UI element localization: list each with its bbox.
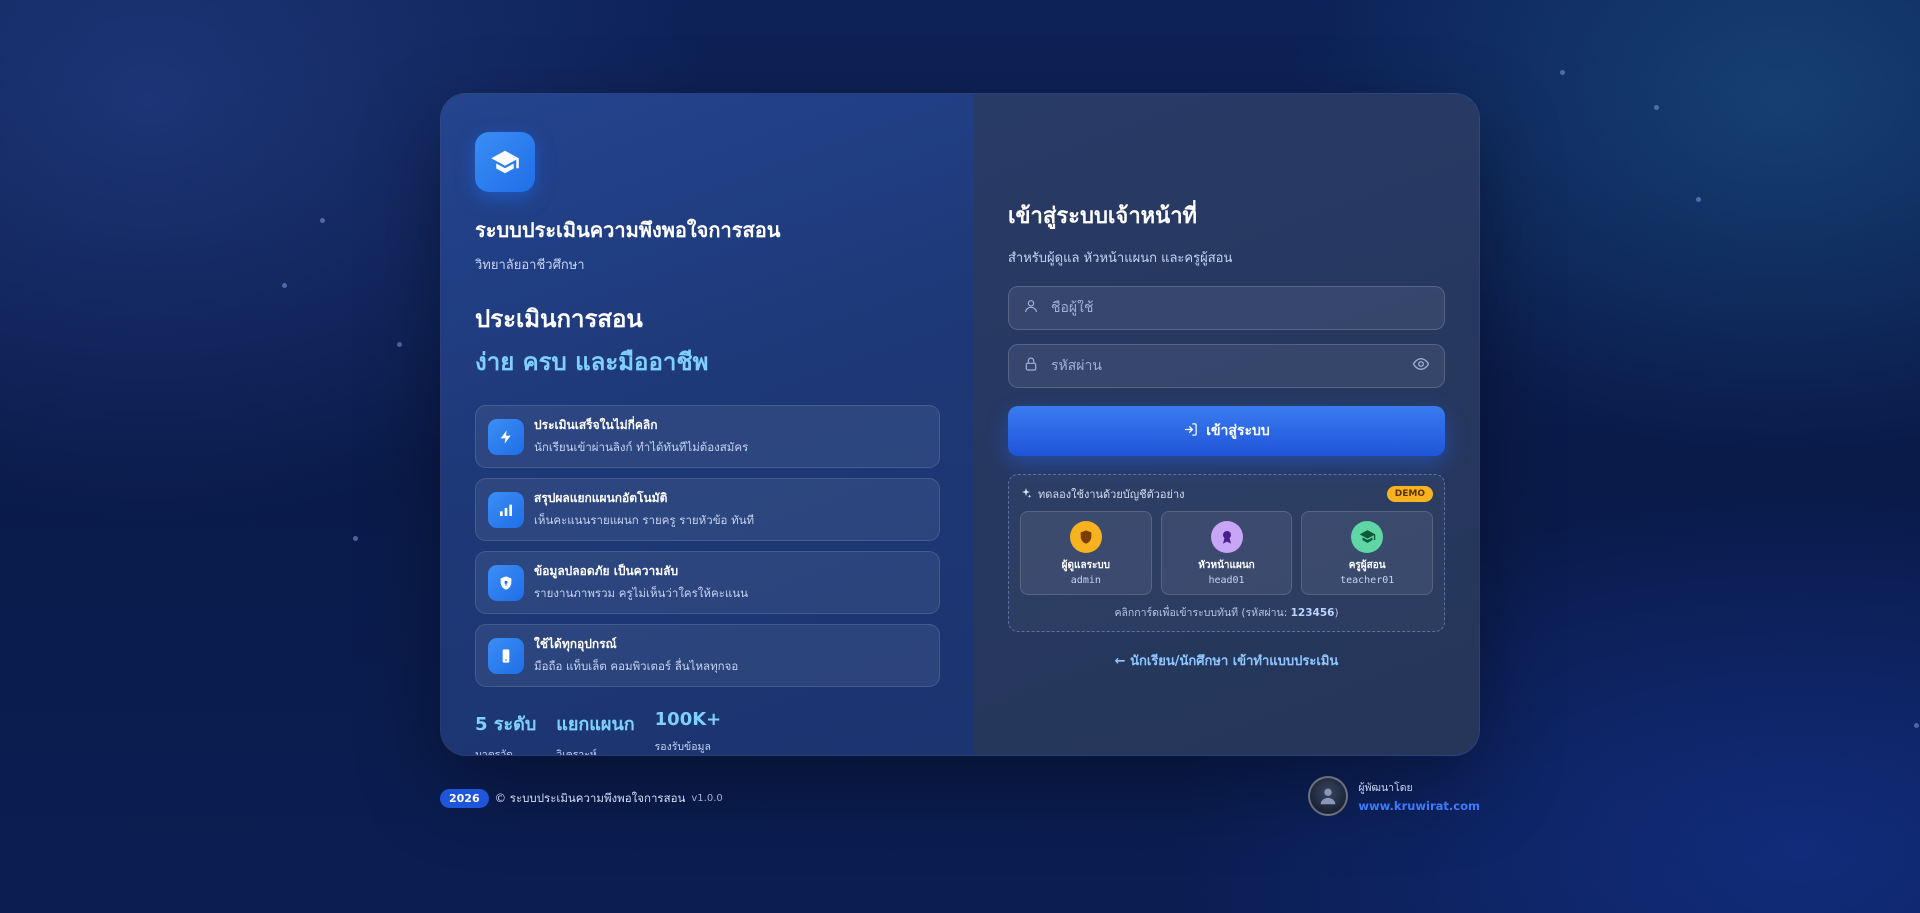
footer-left: 2026 © ระบบประเมินความพึงพอใจการสอน v1.0… — [440, 789, 723, 808]
demo-header: ทดลองใช้งานด้วยบัญชีตัวอย่าง DEMO — [1020, 485, 1433, 503]
stat-item: 5 ระดับ มาตรวัด — [475, 709, 537, 756]
feature-title: ประเมินเสร็จในไม่กี่คลิก — [534, 418, 658, 432]
bg-dot — [282, 283, 287, 288]
bg-dot — [1696, 197, 1701, 202]
demo-account-admin[interactable]: ผู้ดูแลระบบ admin — [1020, 511, 1152, 595]
feature-item: ข้อมูลปลอดภัย เป็นความลับ รายงานภาพรวม ค… — [475, 551, 940, 614]
bar-chart-icon — [488, 491, 524, 528]
demo-account-teacher[interactable]: ครูผู้สอน teacher01 — [1301, 511, 1434, 595]
demo-accounts-box: ทดลองใช้งานด้วยบัญชีตัวอย่าง DEMO ผู้ดูแ… — [1008, 474, 1445, 632]
eye-icon[interactable] — [1412, 355, 1430, 377]
developer-link[interactable]: www.kruwirat.com — [1358, 799, 1480, 813]
year-badge: 2026 — [440, 789, 489, 808]
bg-dot — [320, 218, 325, 223]
password-field — [1008, 344, 1445, 388]
account-username: teacher01 — [1340, 574, 1395, 586]
account-role: ผู้ดูแลระบบ — [1061, 559, 1111, 571]
graduation-cap-icon — [475, 132, 535, 192]
bg-dot — [1560, 70, 1565, 75]
lightning-icon — [488, 418, 524, 455]
stat-value: 5 ระดับ — [475, 714, 537, 735]
feature-item: สรุปผลแยกแผนกอัตโนมัติ เห็นคะแนนรายแผนก … — [475, 478, 940, 541]
feature-item: ประเมินเสร็จในไม่กี่คลิก นักเรียนเข้าผ่า… — [475, 405, 940, 468]
demo-badge: DEMO — [1386, 486, 1433, 502]
info-panel: ระบบประเมินความพึงพอใจการสอน วิทยาลัยอาช… — [441, 94, 974, 755]
graduation-cap-icon — [1351, 520, 1384, 553]
feature-desc: มือถือ แท็บเล็ต คอมพิวเตอร์ ลื่นไหลทุกจอ — [534, 659, 739, 673]
account-username: head01 — [1208, 574, 1245, 586]
hero-tagline: ง่าย ครบ และมืออาชีพ — [475, 348, 709, 376]
login-panel: เข้าสู่ระบบเจ้าหน้าที่ สำหรับผู้ดูแล หัว… — [974, 94, 1479, 755]
stat-item: 100K+ รองรับข้อมูล — [654, 709, 722, 755]
user-icon — [1023, 298, 1039, 318]
demo-account-list: ผู้ดูแลระบบ admin หัวหน้าแผนก head01 ครู… — [1020, 511, 1434, 595]
student-survey-link[interactable]: ← นักเรียน/นักศึกษา เข้าทำแบบประเมิน — [1008, 650, 1445, 671]
feature-item: ใช้ได้ทุกอุปกรณ์ มือถือ แท็บเล็ต คอมพิวเ… — [475, 624, 940, 687]
lock-icon — [1023, 356, 1039, 376]
feature-desc: นักเรียนเข้าผ่านลิงก์ ทำได้ทันทีไม่ต้องส… — [534, 440, 749, 454]
account-username: admin — [1070, 574, 1101, 586]
mobile-icon — [488, 637, 524, 674]
feature-title: ใช้ได้ทุกอุปกรณ์ — [534, 637, 617, 651]
stat-value: 100K+ — [654, 709, 722, 730]
footer-developer: ผู้พัฒนาโดย www.kruwirat.com — [1308, 776, 1480, 816]
stat-label: รองรับข้อมูล — [654, 741, 711, 753]
account-role: หัวหน้าแผนก — [1198, 559, 1255, 571]
stats-row: 5 ระดับ มาตรวัด แยกแผนก วิเคราะห์ 100K+ … — [475, 709, 940, 756]
feature-desc: รายงานภาพรวม ครูไม่เห็นว่าใครให้คะแนน — [534, 586, 749, 600]
demo-hint-prefix: คลิกการ์ดเพื่อเข้าระบบทันที (รหัสผ่าน: — [1114, 607, 1291, 619]
login-subtitle: สำหรับผู้ดูแล หัวหน้าแผนก และครูผู้สอน — [1008, 251, 1233, 266]
sparkle-icon — [1020, 487, 1032, 502]
stat-item: แยกแผนก วิเคราะห์ — [556, 709, 635, 756]
feature-desc: เห็นคะแนนรายแผนก รายครู รายหัวข้อ ทันที — [534, 513, 755, 527]
shield-icon — [488, 564, 524, 601]
stat-label: วิเคราะห์ — [556, 749, 597, 756]
stat-value: แยกแผนก — [556, 714, 635, 735]
bg-dot — [397, 342, 402, 347]
version-text: v1.0.0 — [691, 793, 723, 804]
username-field — [1008, 286, 1445, 330]
shield-icon — [1069, 520, 1102, 553]
feature-title: สรุปผลแยกแผนกอัตโนมัติ — [534, 491, 668, 505]
stat-label: มาตรวัด — [475, 749, 513, 756]
feature-list: ประเมินเสร็จในไม่กี่คลิก นักเรียนเข้าผ่า… — [475, 405, 940, 687]
password-input[interactable] — [1051, 358, 1400, 374]
demo-hint: คลิกการ์ดเพื่อเข้าระบบทันที (รหัสผ่าน: 1… — [1020, 604, 1433, 621]
bg-dot — [353, 536, 358, 541]
hero-headline: ประเมินการสอน — [475, 305, 643, 333]
copyright-text: © ระบบประเมินความพึงพอใจการสอน — [494, 790, 686, 805]
app-subtitle: วิทยาลัยอาชีวศึกษา — [475, 258, 585, 273]
demo-account-head[interactable]: หัวหน้าแผนก head01 — [1160, 511, 1293, 595]
demo-hint-password: 123456 — [1290, 607, 1335, 619]
developer-label: ผู้พัฒนาโดย — [1358, 782, 1413, 794]
account-role: ครูผู้สอน — [1348, 559, 1386, 571]
demo-heading-group: ทดลองใช้งานด้วยบัญชีตัวอย่าง — [1020, 485, 1185, 503]
feature-title: ข้อมูลปลอดภัย เป็นความลับ — [534, 564, 679, 578]
login-card: ระบบประเมินความพึงพอใจการสอน วิทยาลัยอาช… — [440, 93, 1480, 756]
bg-dot — [1914, 723, 1919, 728]
username-input[interactable] — [1051, 300, 1430, 316]
login-arrow-icon — [1183, 422, 1198, 441]
demo-hint-suffix: ) — [1334, 607, 1339, 619]
login-button-label: เข้าสู่ระบบ — [1206, 423, 1270, 439]
login-title: เข้าสู่ระบบเจ้าหน้าที่ — [1008, 204, 1198, 229]
app-title: ระบบประเมินความพึงพอใจการสอน — [475, 218, 781, 242]
award-icon — [1210, 520, 1243, 553]
developer-avatar — [1308, 776, 1349, 816]
login-button[interactable]: เข้าสู่ระบบ — [1008, 406, 1445, 456]
bg-dot — [1654, 105, 1659, 110]
demo-heading: ทดลองใช้งานด้วยบัญชีตัวอย่าง — [1038, 488, 1185, 501]
